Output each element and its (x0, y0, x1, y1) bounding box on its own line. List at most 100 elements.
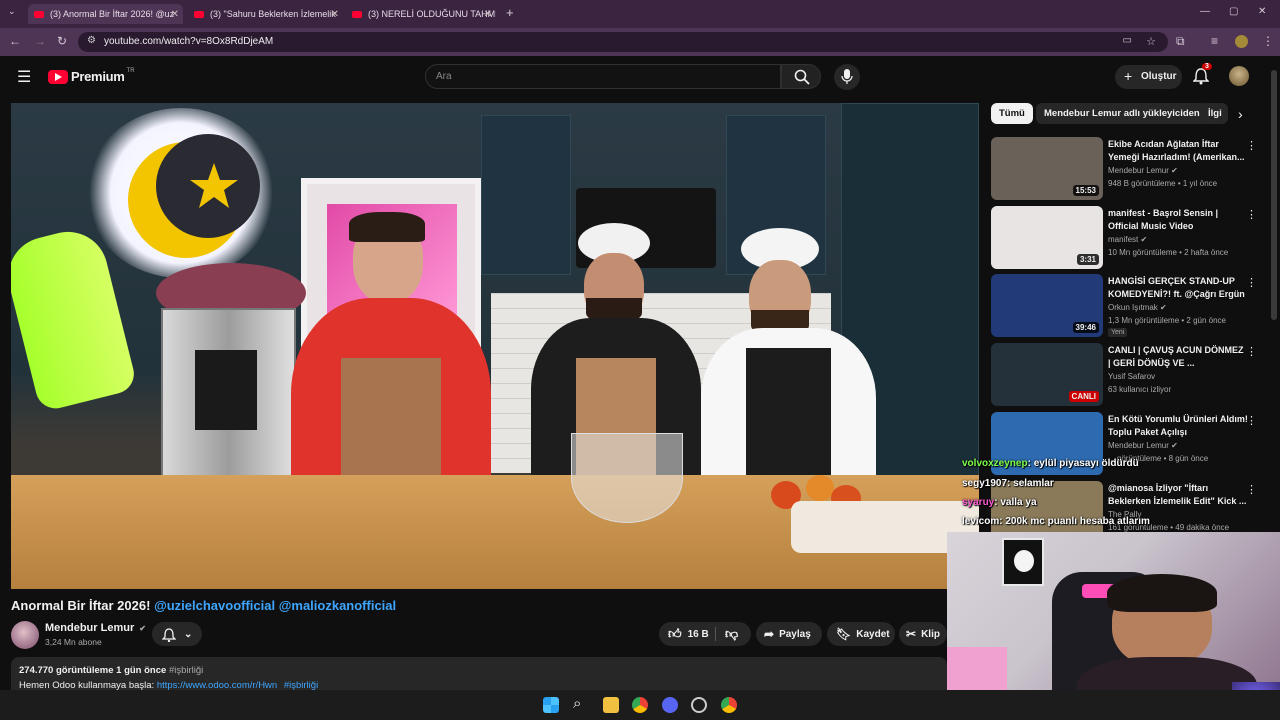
browser-menu-icon[interactable]: ⋮ (1262, 34, 1274, 48)
voice-search-button[interactable] (834, 64, 860, 90)
logo-text: Premium (71, 69, 125, 84)
chevron-right-icon[interactable]: › (1238, 106, 1243, 122)
recommendation-title[interactable]: Ekibe Acıdan Ağlatan İftar Yemeği Hazırl… (1108, 138, 1248, 164)
reload-icon[interactable]: ↻ (57, 34, 67, 48)
video-thumbnail[interactable]: 15:53 (991, 137, 1103, 200)
recommendation-item[interactable]: 3:31 manifest - Başrol Sensin | Official … (991, 206, 1263, 270)
like-count[interactable]: 16 B (688, 629, 709, 640)
bookmark-star-icon[interactable]: ☆ (1146, 35, 1156, 48)
subscribe-bell-button[interactable]: ⌄ (152, 622, 202, 646)
video-title-tags[interactable]: @uzielchavoofficial @maliozkanofficial (154, 598, 396, 613)
start-icon[interactable] (543, 697, 559, 713)
recommendation-channel[interactable]: Yusif Safarov (1108, 372, 1155, 381)
create-button[interactable]: + Oluştur (1115, 65, 1182, 89)
recommendation-title[interactable]: En Kötü Yorumlu Ürünleri Aldım! Toplu Pa… (1108, 413, 1248, 439)
more-options-icon[interactable]: ⋮ (1246, 414, 1257, 427)
youtube-favicon-icon (352, 10, 362, 18)
scrollbar[interactable] (1271, 70, 1277, 320)
channel-name[interactable]: Mendebur Lemur (45, 622, 134, 634)
recommendation-title[interactable]: @mianosa İzliyor "İftarı Beklerken İzlem… (1108, 482, 1248, 508)
discord-icon[interactable] (662, 697, 678, 713)
search-icon[interactable]: ⌕ (573, 695, 581, 712)
share-label: Paylaş (779, 628, 811, 640)
channel-name-row[interactable]: Mendebur Lemur ✔ (45, 622, 146, 634)
profile-avatar[interactable] (1235, 35, 1248, 48)
streamer-hair (1107, 574, 1217, 612)
chrome-icon[interactable] (632, 697, 648, 713)
search-button[interactable] (781, 64, 821, 89)
verified-icon: ✔ (1171, 166, 1178, 175)
more-options-icon[interactable]: ⋮ (1246, 345, 1257, 358)
more-options-icon[interactable]: ⋮ (1246, 483, 1257, 496)
tab-2[interactable]: (3) "Sahuru Beklerken İzlemelik ✕ (188, 4, 343, 24)
chip-related[interactable]: İlgi (1200, 103, 1228, 124)
more-options-icon[interactable]: ⋮ (1246, 139, 1257, 152)
clip-button[interactable]: ✂ Klip (899, 622, 947, 646)
recommendation-title[interactable]: HANGİSİ GERÇEK STAND-UP KOMEDYENİ?! ft. … (1108, 275, 1248, 301)
account-avatar[interactable] (1229, 66, 1249, 86)
tab-search-icon[interactable]: ⌄ (8, 6, 16, 17)
share-button[interactable]: ➦ Paylaş (756, 622, 822, 646)
tab-3[interactable]: (3) NERELİ OLDUĞUNU TAHMİN ✕ (346, 4, 496, 24)
more-options-icon[interactable]: ⋮ (1246, 208, 1257, 221)
chat-username: syaruy (962, 497, 995, 508)
search-input[interactable]: Ara (425, 64, 781, 89)
recommendation-channel[interactable]: Orkun Işıtmak ✔ (1108, 303, 1167, 312)
video-player[interactable] (11, 103, 979, 589)
description-hashtag[interactable]: #işbirliği (169, 665, 203, 676)
notifications-button[interactable]: 3 (1192, 63, 1212, 90)
extensions-icon[interactable]: ⧉ (1176, 34, 1185, 49)
minimize-icon[interactable]: — (1200, 6, 1210, 17)
search-icon (794, 69, 810, 85)
new-badge: Yeni (1108, 328, 1128, 337)
verified-icon: ✔ (1140, 235, 1148, 244)
dislike-icon[interactable]: 👎︎ (725, 626, 738, 642)
scissors-icon: ✂ (906, 627, 917, 641)
close-icon[interactable]: ✕ (171, 9, 179, 20)
chrome-icon[interactable] (721, 697, 737, 713)
recommendation-channel[interactable]: manifest ✔ (1108, 235, 1147, 244)
site-info-icon[interactable]: ⚙ (87, 35, 96, 46)
video-thumbnail[interactable]: 3:31 (991, 206, 1103, 269)
verified-icon: ✔ (139, 624, 146, 633)
close-icon[interactable]: ✕ (331, 9, 339, 20)
more-options-icon[interactable]: ⋮ (1246, 276, 1257, 289)
chat-message: levicom: 200k mc puanlı hesaba atlarım (962, 516, 1150, 527)
cast-icon[interactable]: ▭ (1123, 35, 1132, 46)
description-stats: 274.770 görüntüleme 1 gün önce #işbirliğ… (19, 665, 939, 676)
save-button[interactable]: 🔖︎ Kaydet (827, 622, 895, 646)
obs-icon[interactable] (691, 697, 707, 713)
tab-1-label: (3) Anormal Bir İftar 2026! @uz (50, 9, 175, 19)
cat-poster (1002, 538, 1044, 586)
recommendation-title[interactable]: CANLI | ÇAVUŞ ACUN DÖNMEZ | GERİ DÖNÜŞ V… (1108, 344, 1248, 370)
youtube-header: ☰ Premium TR Ara + Oluştur 3 (0, 56, 1280, 98)
recommendation-item[interactable]: CANLI CANLI | ÇAVUŞ ACUN DÖNMEZ | GERİ DÖ… (991, 343, 1263, 407)
video-thumbnail[interactable]: 39:46 (991, 274, 1103, 337)
youtube-logo[interactable]: Premium TR (48, 68, 135, 84)
recommendation-channel[interactable]: Mendebur Lemur ✔ (1108, 441, 1178, 450)
url-field[interactable]: ⚙ youtube.com/watch?v=8Ox8RdDjeAM ▭ ☆ (78, 32, 1168, 52)
recommendation-item[interactable]: 39:46 HANGİSİ GERÇEK STAND-UP KOMEDYENİ?!… (991, 274, 1263, 338)
chat-username: levicom (962, 516, 1000, 527)
back-icon[interactable]: ← (9, 34, 21, 48)
video-thumbnail[interactable]: CANLI (991, 343, 1103, 406)
new-tab-button[interactable]: + (506, 5, 514, 20)
channel-avatar[interactable] (11, 621, 39, 649)
file-explorer-icon[interactable] (603, 697, 619, 713)
recommendation-channel[interactable]: Mendebur Lemur ✔ (1108, 166, 1178, 175)
close-icon[interactable]: ✕ (484, 9, 492, 20)
forward-icon[interactable]: → (34, 34, 46, 48)
bell-icon (162, 627, 176, 642)
maximize-icon[interactable]: ▢ (1229, 6, 1238, 17)
tab-1[interactable]: (3) Anormal Bir İftar 2026! @uz ✕ (28, 4, 183, 24)
like-icon[interactable]: 👍︎ (668, 626, 682, 642)
recommendation-item[interactable]: 15:53 Ekibe Acıdan Ağlatan İftar Yemeği H… (991, 137, 1263, 201)
address-bar-row: ← → ↻ ⚙ youtube.com/watch?v=8Ox8RdDjeAM … (0, 28, 1280, 56)
hamburger-menu-icon[interactable]: ☰ (17, 67, 31, 87)
tab-2-label: (3) "Sahuru Beklerken İzlemelik (210, 9, 336, 19)
chip-all[interactable]: Tümü (991, 103, 1033, 124)
window-close-icon[interactable]: ✕ (1258, 6, 1266, 17)
reading-list-icon[interactable]: ≡ (1211, 34, 1218, 48)
recommendation-title[interactable]: manifest - Başrol Sensin | Official Musi… (1108, 207, 1248, 233)
chip-from-uploader[interactable]: Mendebur Lemur adlı yükleyiciden (1036, 103, 1208, 124)
